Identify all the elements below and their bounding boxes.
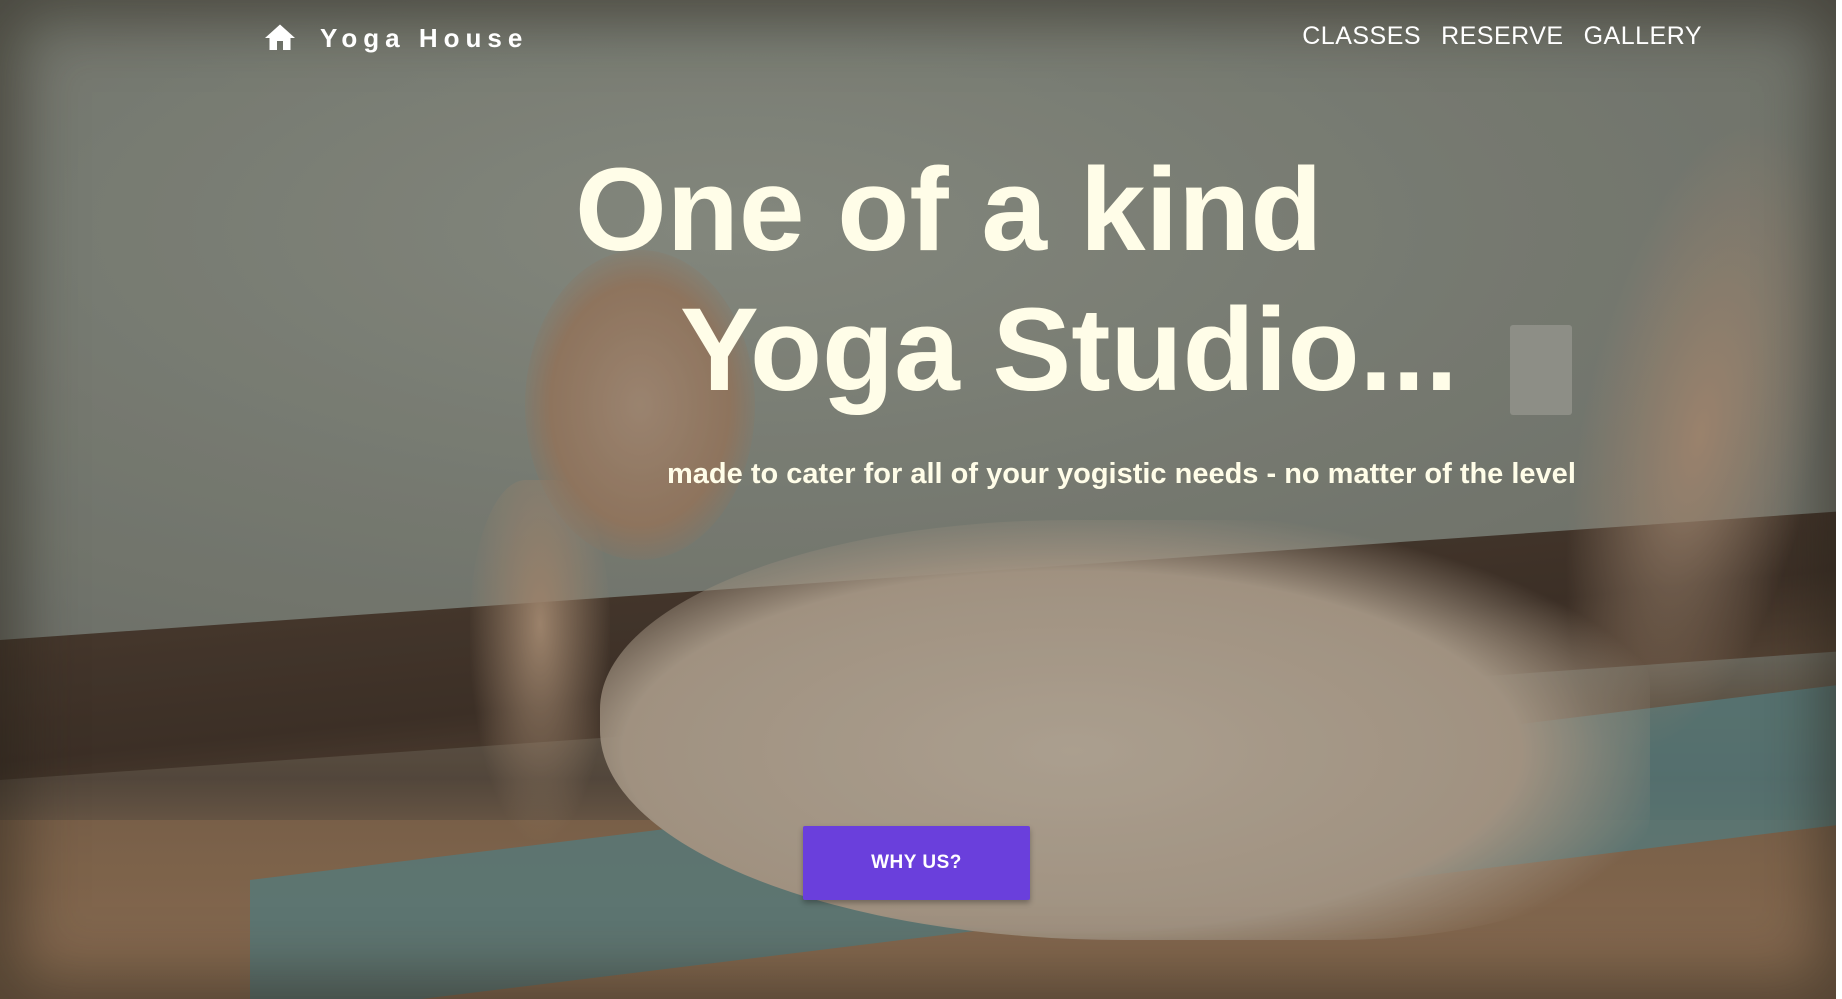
nav-links: CLASSES RESERVE GALLERY: [1302, 22, 1702, 51]
hero-headline-line2: Yoga Studio...: [680, 284, 1458, 416]
why-us-button[interactable]: WHY US?: [803, 826, 1030, 900]
brand-name: Yoga House: [320, 22, 529, 53]
navbar: Yoga House CLASSES RESERVE GALLERY: [0, 0, 1842, 78]
hero-headline-line1: One of a kind: [575, 144, 1323, 276]
nav-link-reserve[interactable]: RESERVE: [1441, 22, 1564, 51]
home-icon: [262, 20, 298, 56]
nav-link-classes[interactable]: CLASSES: [1302, 22, 1421, 51]
brand-link[interactable]: Yoga House: [262, 20, 528, 56]
page-viewport: Yoga House CLASSES RESERVE GALLERY One o…: [0, 0, 1842, 999]
hero-section: Yoga House CLASSES RESERVE GALLERY One o…: [0, 0, 1842, 999]
hero-subtitle: made to cater for all of your yogistic n…: [667, 458, 1576, 490]
page-right-edge: [1836, 0, 1842, 999]
nav-link-gallery[interactable]: GALLERY: [1584, 22, 1702, 51]
